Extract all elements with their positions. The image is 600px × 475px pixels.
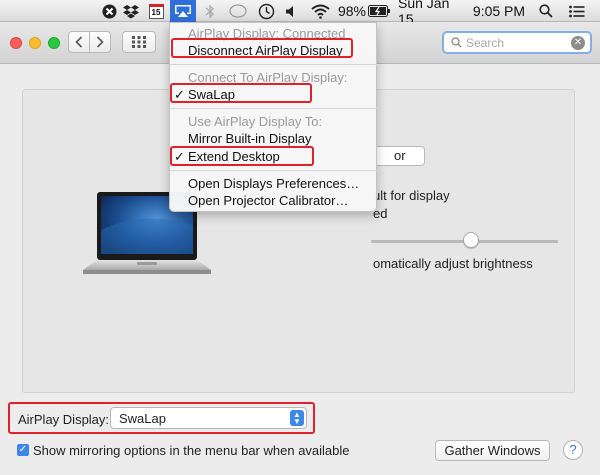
- wifi-icon[interactable]: [309, 0, 331, 22]
- minimize-window-button[interactable]: [29, 37, 41, 49]
- brightness-slider-knob[interactable]: [463, 232, 479, 248]
- auto-brightness-label[interactable]: omatically adjust brightness: [373, 256, 533, 271]
- open-calibrator-label: Open Projector Calibrator…: [188, 193, 349, 208]
- spotlight-icon[interactable]: [537, 0, 555, 22]
- highlight-extend: [170, 146, 314, 166]
- clear-search-icon[interactable]: ✕: [571, 36, 585, 50]
- time-machine-icon[interactable]: [256, 0, 276, 22]
- menubar-time[interactable]: 9:05 PM: [470, 0, 528, 22]
- chevron-right-icon: [96, 36, 104, 48]
- show-all-button[interactable]: [122, 31, 156, 53]
- highlight-device: [170, 83, 312, 103]
- search-placeholder: Search: [466, 35, 505, 50]
- resolution-default-option[interactable]: ult for display: [373, 188, 450, 203]
- search-icon: [451, 37, 462, 48]
- airplay-icon[interactable]: [170, 0, 196, 22]
- close-window-button[interactable]: [10, 37, 22, 49]
- menu-header-use-to: Use AirPlay Display To:: [188, 114, 323, 129]
- menu-item-open-displays-prefs[interactable]: Open Displays Preferences…: [170, 175, 378, 193]
- gather-windows-button[interactable]: Gather Windows: [435, 440, 550, 461]
- detect-displays-button[interactable]: or: [373, 146, 425, 166]
- search-field[interactable]: Search ✕: [442, 31, 592, 54]
- zoom-window-button[interactable]: [48, 37, 60, 49]
- show-mirroring-checkbox[interactable]: ✓: [17, 444, 29, 456]
- open-prefs-label: Open Displays Preferences…: [188, 176, 360, 191]
- menubar-date[interactable]: Sun Jan 15: [398, 0, 466, 27]
- airplay-display-select[interactable]: SwaLap ▲ ▼: [110, 407, 307, 429]
- show-mirroring-label[interactable]: Show mirroring options in the menu bar w…: [33, 443, 350, 458]
- airplay-display-label: AirPlay Display:: [18, 412, 110, 427]
- highlight-disconnect: [171, 38, 353, 58]
- grid-icon: [132, 36, 146, 48]
- bluetooth-icon[interactable]: [202, 0, 218, 22]
- battery-icon[interactable]: [367, 0, 391, 22]
- chevron-left-icon: [75, 36, 83, 48]
- dropbox-icon[interactable]: [122, 0, 140, 22]
- menu-separator: [170, 170, 378, 171]
- back-button[interactable]: [68, 31, 90, 53]
- menu-separator: [170, 108, 378, 109]
- menu-bar: 15 98% Sun Jan 15 9:05 PM: [0, 0, 600, 27]
- detect-displays-label: or: [394, 148, 406, 163]
- menu-item-open-calibrator[interactable]: Open Projector Calibrator…: [170, 192, 378, 210]
- mirror-label: Mirror Built-in Display: [188, 131, 312, 146]
- notification-center-icon[interactable]: [566, 0, 588, 22]
- battery-percent: 98%: [337, 3, 367, 19]
- volume-icon[interactable]: [283, 0, 299, 22]
- airplay-display-value: SwaLap: [119, 411, 166, 426]
- close-circle-icon[interactable]: [100, 0, 118, 22]
- stepper-arrows-icon: ▲ ▼: [290, 410, 304, 426]
- menu-separator: [170, 64, 378, 65]
- help-button[interactable]: ?: [563, 440, 583, 460]
- calendar-day: 15: [148, 3, 164, 19]
- forward-button[interactable]: [89, 31, 111, 53]
- calendar-icon[interactable]: 15: [147, 0, 165, 22]
- messages-icon[interactable]: [228, 0, 248, 22]
